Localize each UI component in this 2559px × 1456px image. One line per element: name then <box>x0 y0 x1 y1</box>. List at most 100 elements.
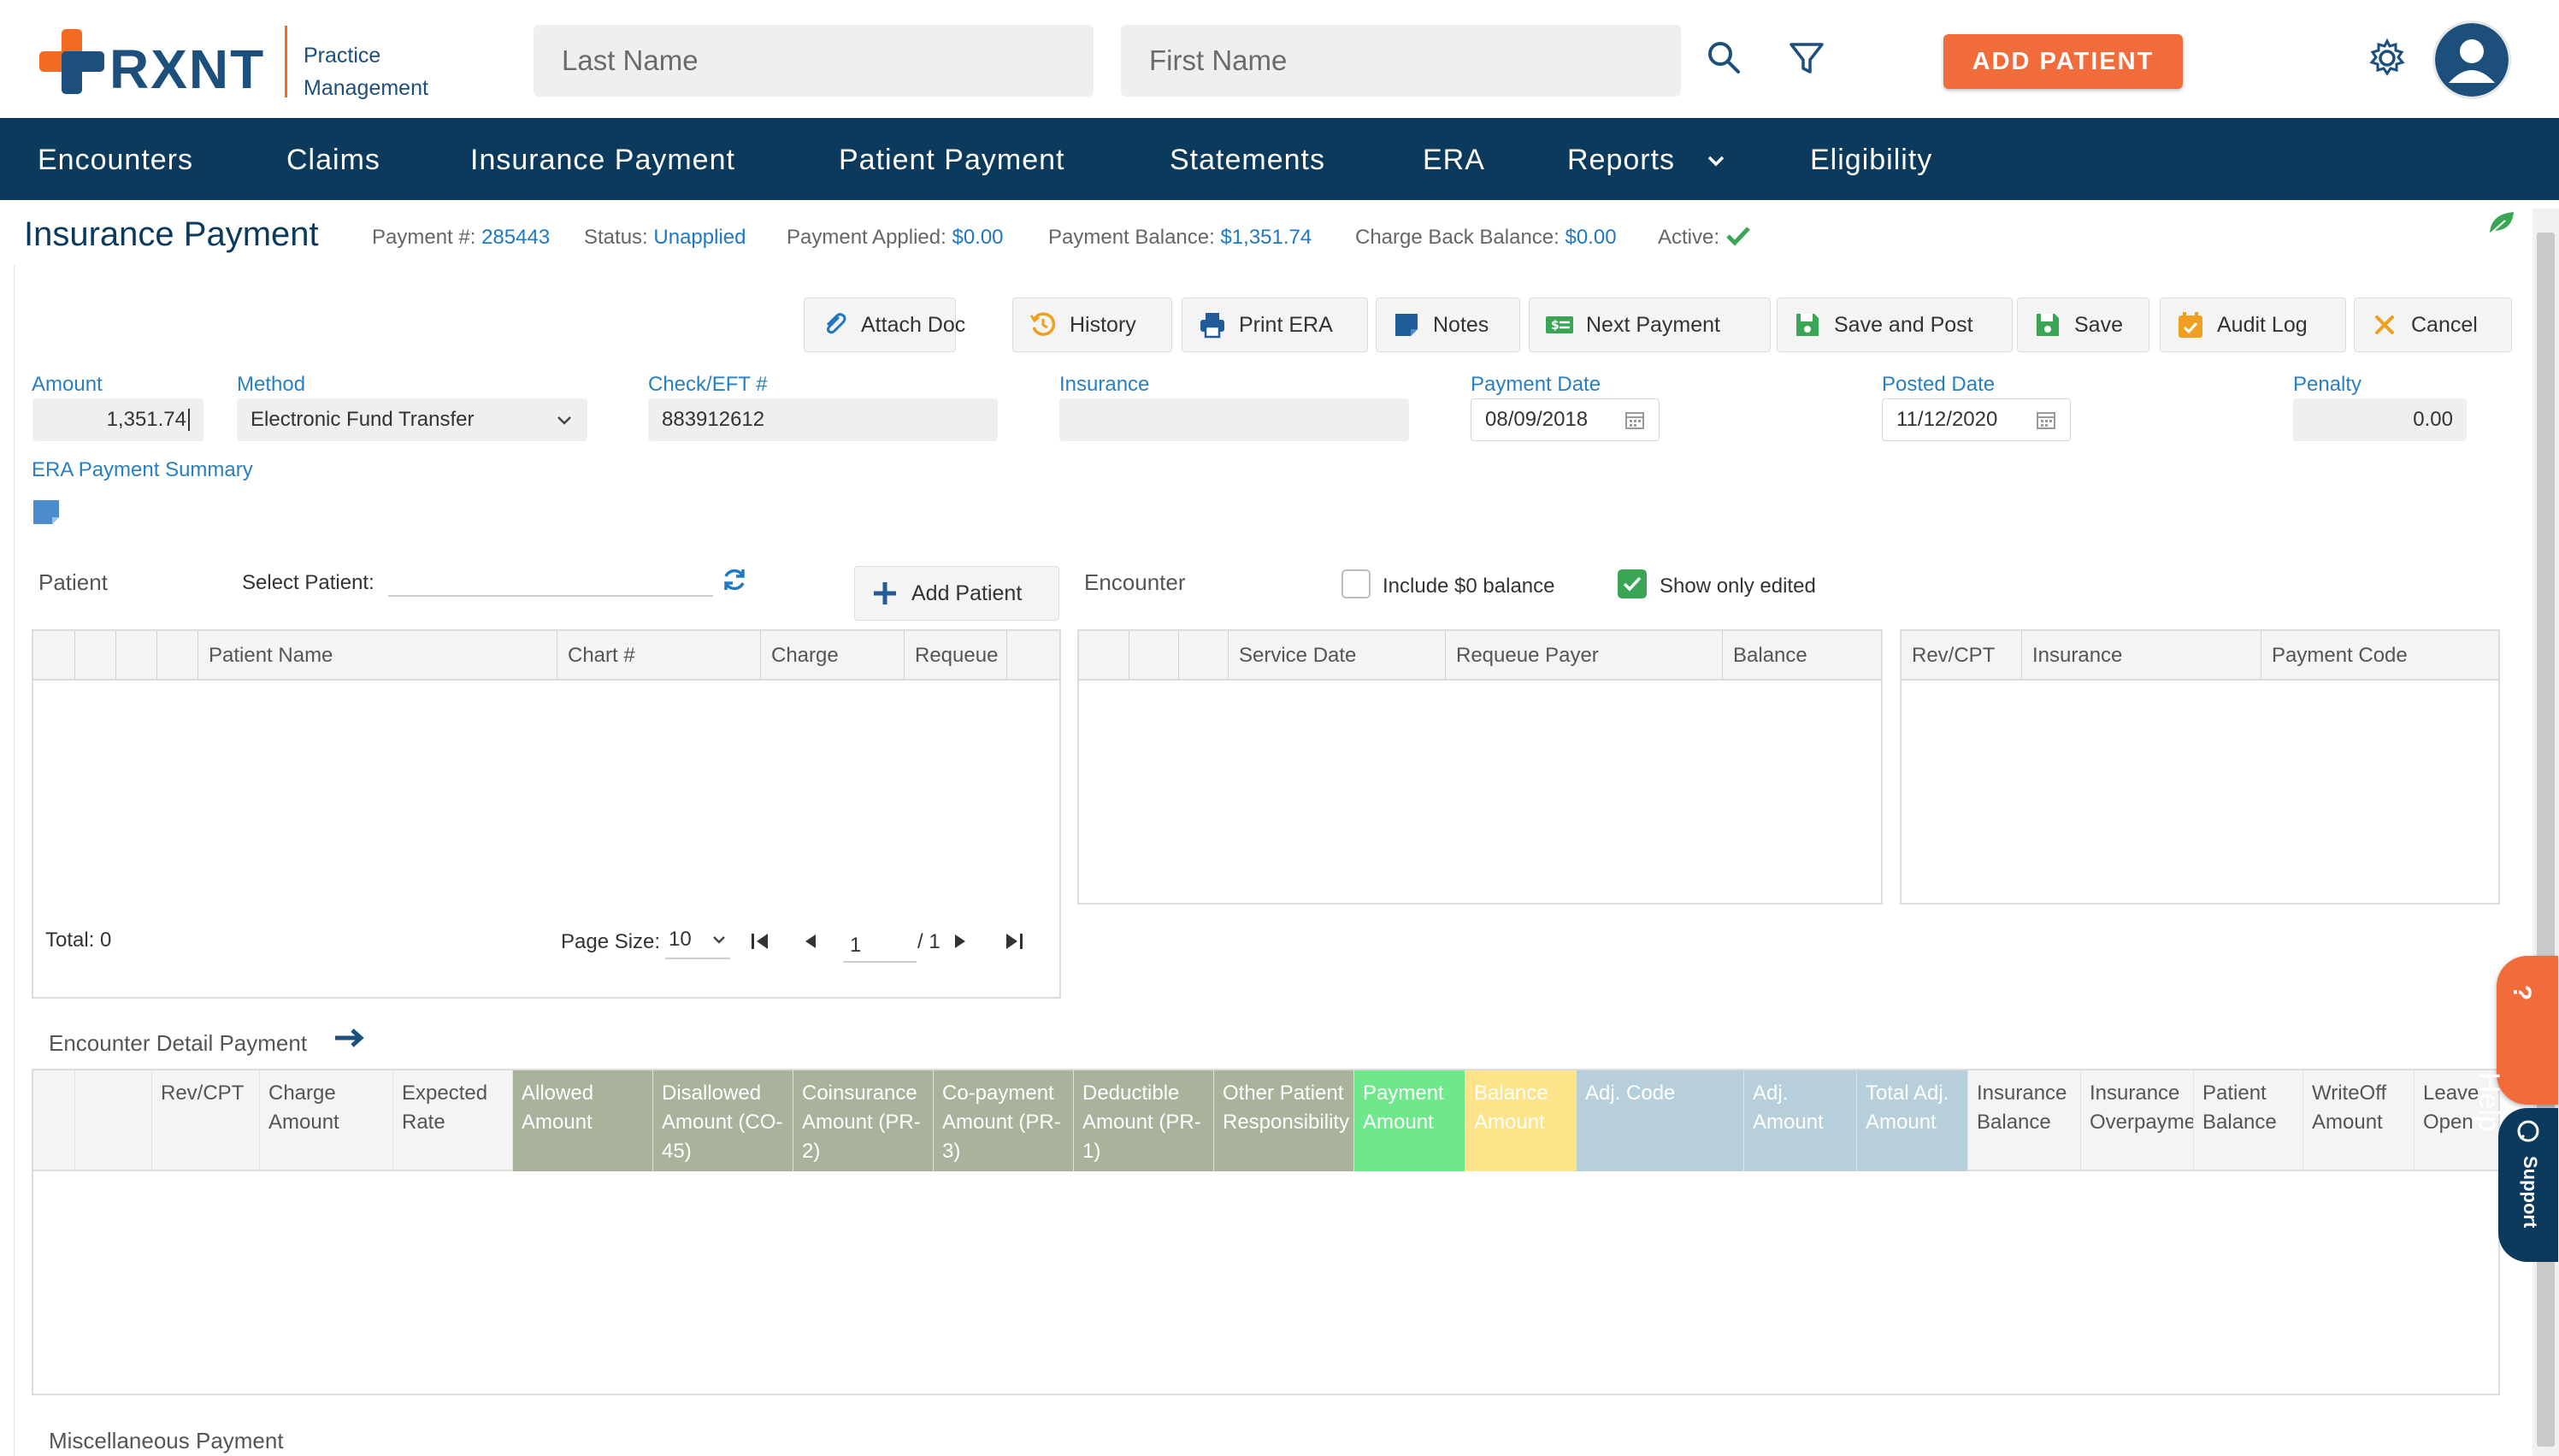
chevron-down-icon[interactable] <box>1706 150 1726 171</box>
ed-patient-balance-column[interactable]: Patient Balance <box>2193 1070 2303 1171</box>
ed-expected-rate-column[interactable]: Expected Rate <box>392 1070 529 1171</box>
search-icon[interactable] <box>1704 38 1745 79</box>
history-icon <box>1029 312 1056 336</box>
ed-coinsurance-amount-column[interactable]: Coinsurance Amount (PR-2) <box>793 1070 933 1171</box>
method-value: Electronic Fund Transfer <box>251 408 475 431</box>
nav-statements[interactable]: Statements <box>1170 144 1325 177</box>
patient-name-column[interactable]: Patient Name <box>198 631 557 681</box>
audit-log-button[interactable]: Audit Log <box>2160 298 2346 352</box>
ed-other-patient-responsibility-column[interactable]: Other Patient Responsibility <box>1213 1070 1353 1171</box>
refresh-icon[interactable] <box>721 566 748 593</box>
next-payment-button[interactable]: $ Next Payment <box>1529 298 1771 352</box>
support-tab[interactable]: Support <box>2498 1108 2558 1262</box>
cancel-label: Cancel <box>2411 312 2478 337</box>
chargeback-value: $0.00 <box>1565 226 1617 249</box>
amount-input[interactable]: 1,351.74 <box>32 398 203 441</box>
calendar-icon[interactable] <box>1624 410 1645 430</box>
notes-button[interactable]: Notes <box>1376 298 1520 352</box>
ed-copayment-amount-column[interactable]: Co-payment Amount (PR-3) <box>933 1070 1073 1171</box>
avatar[interactable] <box>2432 21 2511 99</box>
payment-date-input[interactable]: 08/09/2018 <box>1471 398 1660 441</box>
ed-disallowed-amount-column[interactable]: Disallowed Amount (CO-45) <box>652 1070 793 1171</box>
last-page-icon[interactable] <box>1003 930 1025 952</box>
nav-claims[interactable]: Claims <box>286 144 380 177</box>
requeue-payer-column[interactable]: Requeue Payer <box>1445 631 1727 681</box>
ed-adj-code-column[interactable]: Adj. Code <box>1576 1070 1743 1171</box>
print-era-label: Print ERA <box>1239 312 1333 337</box>
prev-page-icon[interactable] <box>801 932 820 951</box>
service-date-column[interactable]: Service Date <box>1228 631 1445 681</box>
posted-date-input[interactable]: 11/12/2020 <box>1882 398 2071 441</box>
era-summary-note-icon[interactable] <box>32 498 61 526</box>
requeue-column[interactable]: Requeue <box>904 631 1006 681</box>
calendar-check-icon <box>2179 312 2202 338</box>
payment-number-value: 285443 <box>481 226 551 249</box>
nav-insurance-payment[interactable]: Insurance Payment <box>470 144 735 177</box>
help-tab[interactable]: Help ? <box>2473 956 2558 1132</box>
ed-adj-amount-column[interactable]: Adj. Amount <box>1743 1070 1856 1171</box>
penalty-input[interactable]: 0.00 <box>2293 398 2467 441</box>
attach-doc-button[interactable]: Attach Doc <box>804 298 965 352</box>
first-name-input[interactable] <box>1121 25 1681 97</box>
insurance-input[interactable] <box>1059 398 1409 441</box>
ed-allowed-amount-column[interactable]: Allowed Amount <box>512 1070 652 1171</box>
nav-eligibility[interactable]: Eligibility <box>1810 144 1932 177</box>
top-header: RXNT Practice Management ADD PATIENT <box>0 0 2559 118</box>
next-page-icon[interactable] <box>951 932 970 951</box>
nav-reports[interactable]: Reports <box>1567 144 1675 177</box>
ed-balance-amount-column[interactable]: Balance Amount <box>1465 1070 1576 1171</box>
patient-grid-total: Total: 0 <box>45 928 112 952</box>
check-eft-value: 883912612 <box>662 408 765 431</box>
history-button[interactable]: History <box>1012 298 1172 352</box>
plus-icon <box>874 582 896 604</box>
ed-writeoff-amount-column[interactable]: WriteOff Amount <box>2303 1070 2414 1171</box>
page-number-input[interactable]: 1 <box>843 923 917 963</box>
show-edited-checkbox[interactable] <box>1618 569 1647 598</box>
posted-date-value: 11/12/2020 <box>1896 408 1998 431</box>
save-and-post-label: Save and Post <box>1834 312 1973 337</box>
add-patient-header-button[interactable]: ADD PATIENT <box>1943 34 2183 89</box>
arrow-right-icon[interactable] <box>333 1026 366 1050</box>
add-patient-button[interactable]: Add Patient <box>854 566 1059 621</box>
charge-column[interactable]: Charge <box>760 631 904 681</box>
ed-total-adj-amount-column[interactable]: Total Adj. Amount <box>1856 1070 1967 1171</box>
rev-cpt-column[interactable]: Rev/CPT <box>1902 631 2021 681</box>
save-post-icon <box>1796 314 1819 336</box>
balance-column[interactable]: Balance <box>1722 631 1881 681</box>
page-scrollbar-thumb[interactable] <box>2537 233 2555 1447</box>
save-button[interactable]: Save <box>2017 298 2149 352</box>
last-name-input[interactable] <box>534 25 1094 97</box>
ed-charge-amount-column[interactable]: Charge Amount <box>259 1070 392 1171</box>
nav-patient-payment[interactable]: Patient Payment <box>839 144 1064 177</box>
payment-date-label: Payment Date <box>1471 373 1601 396</box>
ed-deductible-amount-column[interactable]: Deductible Amount (PR-1) <box>1073 1070 1213 1171</box>
first-page-icon[interactable] <box>749 930 771 952</box>
save-and-post-button[interactable]: Save and Post <box>1777 298 2013 352</box>
page-size-label: Page Size: <box>561 930 661 953</box>
chart-column[interactable]: Chart # <box>557 631 760 681</box>
status-meta: Status: Unapplied <box>584 226 746 250</box>
insurance-column[interactable]: Insurance <box>2021 631 2261 681</box>
include-zero-label: Include $0 balance <box>1383 575 1555 598</box>
nav-encounters[interactable]: Encounters <box>38 144 193 177</box>
ed-payment-amount-column[interactable]: Payment Amount <box>1353 1070 1465 1171</box>
print-era-button[interactable]: Print ERA <box>1182 298 1368 352</box>
ed-insurance-overpayment-column[interactable]: Insurance Overpayment <box>2080 1070 2193 1171</box>
calendar-icon[interactable] <box>2036 410 2056 430</box>
cancel-button[interactable]: Cancel <box>2354 298 2512 352</box>
ed-rev-cpt-column[interactable]: Rev/CPT <box>151 1070 259 1171</box>
method-select[interactable]: Electronic Fund Transfer <box>237 398 587 441</box>
user-avatar-icon <box>2435 23 2509 97</box>
nav-era[interactable]: ERA <box>1423 144 1485 177</box>
check-eft-input[interactable]: 883912612 <box>648 398 998 441</box>
include-zero-checkbox[interactable] <box>1341 569 1371 598</box>
page-size-select[interactable]: 10 <box>665 922 730 959</box>
payment-code-column[interactable]: Payment Code <box>2261 631 2497 681</box>
status-label: Status: <box>584 226 648 249</box>
insurance-label: Insurance <box>1059 373 1150 396</box>
ed-insurance-balance-column[interactable]: Insurance Balance <box>1967 1070 2080 1171</box>
filter-icon[interactable] <box>1786 38 1827 79</box>
logo-text: RXNT <box>109 38 266 100</box>
gear-icon[interactable] <box>2367 38 2408 79</box>
select-patient-input[interactable] <box>388 595 713 597</box>
